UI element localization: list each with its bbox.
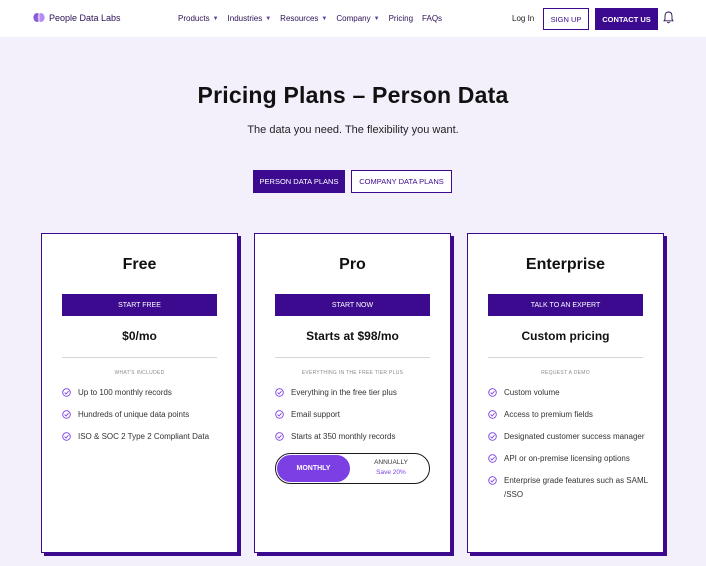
check-circle-icon xyxy=(488,410,497,419)
plan-card-pro: Pro START NOW Starts at $98/mo EVERYTHIN… xyxy=(254,233,451,553)
check-circle-icon xyxy=(488,476,497,485)
caret-down-icon: ▼ xyxy=(212,15,219,22)
divider xyxy=(488,357,643,358)
check-circle-icon xyxy=(62,388,71,397)
caret-down-icon: ▼ xyxy=(373,15,380,22)
plan-price: Custom pricing xyxy=(521,329,610,343)
feature-text: Email support xyxy=(291,410,340,419)
brand-logo[interactable]: People Data Labs xyxy=(33,12,121,23)
signup-button[interactable]: SIGN UP xyxy=(543,8,589,30)
brand-name: People Data Labs xyxy=(49,12,121,23)
feature-list: Everything in the free tier plus Email s… xyxy=(275,386,435,452)
plan-card-free: Free START FREE $0/mo WHAT'S INCLUDED Up… xyxy=(41,233,238,553)
talk-to-expert-button[interactable]: TALK TO AN EXPERT xyxy=(488,294,643,316)
divider xyxy=(275,357,430,358)
main-menu: Products ▼ Industries ▼ Resources ▼ Company… xyxy=(178,14,451,23)
top-nav: People Data Labs Products ▼ Industries ▼ R… xyxy=(0,0,706,37)
feature-text: Designated customer success manager xyxy=(504,432,645,441)
request-demo-link[interactable]: REQUEST A DEMO xyxy=(468,370,663,376)
feature-text: Starts at 350 monthly records xyxy=(291,432,396,441)
caret-down-icon: ▼ xyxy=(265,15,272,22)
list-item: API or on-premise licensing options xyxy=(488,452,648,466)
list-item: Enterprise grade features such as SAML /… xyxy=(488,474,648,502)
check-circle-icon xyxy=(275,410,284,419)
plan-caption: EVERYTHING IN THE FREE TIER PLUS xyxy=(301,370,404,376)
list-item: Up to 100 monthly records xyxy=(62,386,222,400)
feature-text: Custom volume xyxy=(504,388,560,397)
menu-item-label: Company xyxy=(336,14,371,23)
start-now-button[interactable]: START NOW xyxy=(275,294,430,316)
check-circle-icon xyxy=(488,388,497,397)
menu-item-label: Resources xyxy=(280,14,319,23)
menu-item-label: FAQs xyxy=(422,14,443,23)
menu-item-products[interactable]: Products ▼ xyxy=(178,14,219,23)
list-item: Everything in the free tier plus xyxy=(275,386,435,400)
brain-icon xyxy=(33,13,45,22)
menu-item-pricing[interactable]: Pricing xyxy=(389,14,413,23)
feature-text: Up to 100 monthly records xyxy=(78,388,172,397)
menu-item-label: Industries xyxy=(227,14,263,23)
check-circle-icon xyxy=(488,454,497,463)
tab-company-data-plans[interactable]: COMPANY DATA PLANS xyxy=(351,170,452,193)
login-link[interactable]: Log In xyxy=(512,14,534,23)
tab-person-data-plans[interactable]: PERSON DATA PLANS xyxy=(253,170,345,193)
list-item: Access to premium fields xyxy=(488,408,648,422)
feature-list: Custom volume Access to premium fields D… xyxy=(488,386,648,510)
bell-icon[interactable] xyxy=(663,11,674,29)
plan-name: Free xyxy=(122,256,157,273)
check-circle-icon xyxy=(275,388,284,397)
toggle-option-monthly[interactable]: MONTHLY xyxy=(277,455,350,482)
feature-text: API or on-premise licensing options xyxy=(504,454,630,463)
billing-toggle[interactable]: MONTHLY ANNUALLY Save 20% xyxy=(275,453,430,484)
start-free-button[interactable]: START FREE xyxy=(62,294,217,316)
page-subtitle: The data you need. The flexibility you w… xyxy=(247,124,459,136)
menu-item-label: Pricing xyxy=(388,14,414,23)
save-note: Save 20% xyxy=(376,469,406,476)
plan-price: Starts at $98/mo xyxy=(306,329,399,343)
menu-item-label: Products xyxy=(178,14,210,23)
plan-card-enterprise: Enterprise TALK TO AN EXPERT Custom pric… xyxy=(467,233,664,553)
feature-text: Everything in the free tier plus xyxy=(291,388,397,397)
list-item: ISO & SOC 2 Type 2 Compliant Data xyxy=(62,430,222,444)
plan-caption: WHAT'S INCLUDED xyxy=(114,370,165,376)
list-item: Starts at 350 monthly records xyxy=(275,430,435,444)
caret-down-icon: ▼ xyxy=(321,15,328,22)
check-circle-icon xyxy=(488,432,497,441)
feature-text: Hundreds of unique data points xyxy=(78,410,190,419)
menu-item-industries[interactable]: Industries ▼ xyxy=(228,14,272,23)
check-circle-icon xyxy=(62,432,71,441)
list-item: Hundreds of unique data points xyxy=(62,408,222,422)
list-item: Designated customer success manager xyxy=(488,430,648,444)
toggle-option-annually[interactable]: ANNUALLY Save 20% xyxy=(356,458,426,478)
feature-list: Up to 100 monthly records Hundreds of un… xyxy=(62,386,222,452)
feature-text: Access to premium fields xyxy=(504,410,593,419)
plan-name: Pro xyxy=(339,256,366,273)
feature-text: Enterprise grade features such as SAML /… xyxy=(504,476,648,499)
list-item: Email support xyxy=(275,408,435,422)
check-circle-icon xyxy=(275,432,284,441)
contact-us-button[interactable]: CONTACT US xyxy=(595,8,658,30)
divider xyxy=(62,357,217,358)
annually-label: ANNUALLY xyxy=(374,459,408,466)
menu-item-faqs[interactable]: FAQs xyxy=(422,14,442,23)
feature-text: ISO & SOC 2 Type 2 Compliant Data xyxy=(78,432,210,441)
list-item: Custom volume xyxy=(488,386,648,400)
plan-name: Enterprise xyxy=(525,256,606,273)
menu-item-company[interactable]: Company ▼ xyxy=(336,14,379,23)
plan-price: $0/mo xyxy=(122,329,157,343)
page-title: Pricing Plans – Person Data xyxy=(197,82,509,108)
check-circle-icon xyxy=(62,410,71,419)
menu-item-resources[interactable]: Resources ▼ xyxy=(280,14,327,23)
